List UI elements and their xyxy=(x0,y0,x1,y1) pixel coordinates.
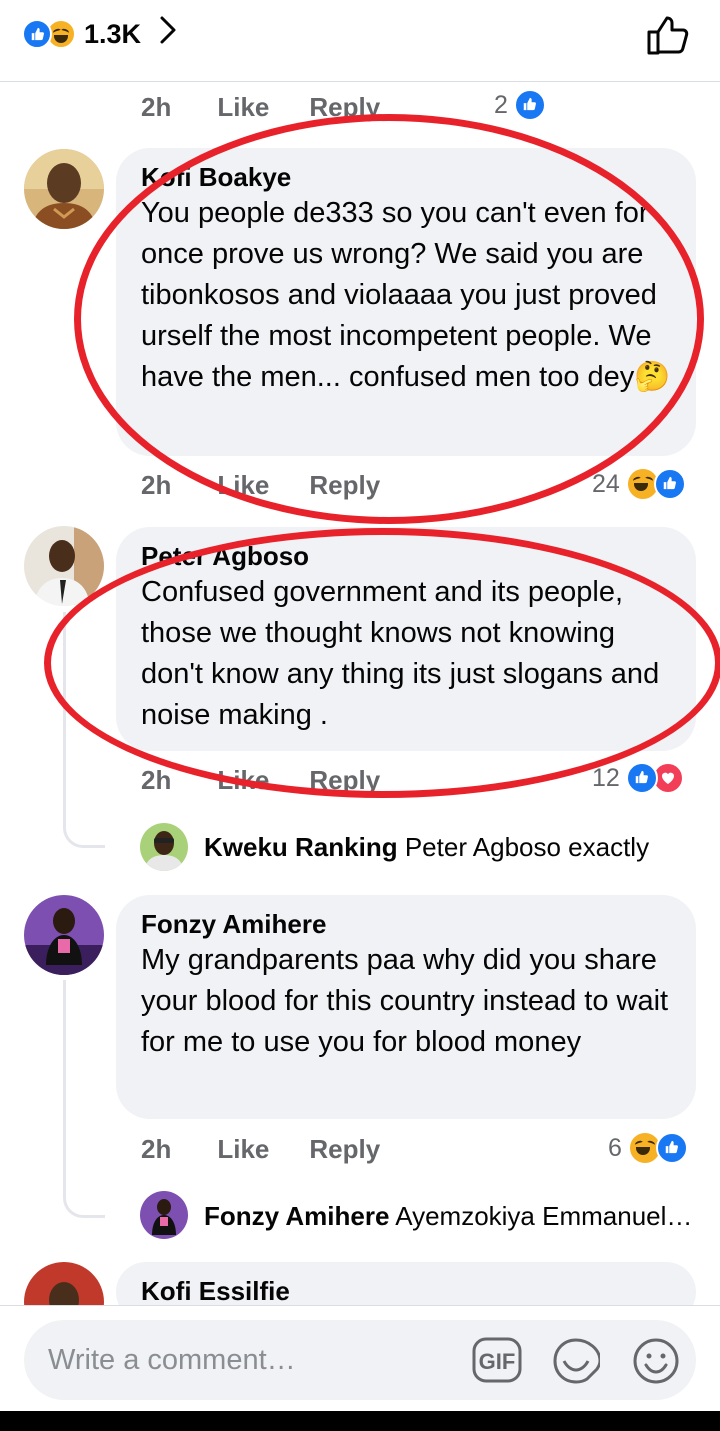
reply-text: Peter Agboso exactly xyxy=(404,832,650,862)
comment-meta: 2h Like Reply xyxy=(141,470,380,501)
system-nav-bar xyxy=(0,1411,720,1431)
comment-time: 2h xyxy=(141,92,172,122)
comment-bubble: Kofi Boakye You people de333 so you can'… xyxy=(116,148,696,456)
comment-time: 2h xyxy=(141,1134,172,1164)
comment-text: You people de333 so you can't even for o… xyxy=(141,197,671,393)
gif-icon[interactable]: GIF xyxy=(472,1337,522,1388)
reaction-summary[interactable]: 1.3K xyxy=(22,14,177,54)
reply-button[interactable]: Reply xyxy=(309,765,380,796)
like-button[interactable]: Like xyxy=(217,765,269,796)
commenter-name[interactable]: Peter Agboso xyxy=(141,541,672,571)
like-icon xyxy=(22,19,52,49)
comment-bubble: Peter Agboso Confused government and its… xyxy=(116,527,696,751)
reply-preview[interactable]: Fonzy Amihere Ayemzokiya Emmanuel… xyxy=(204,1201,694,1232)
comment-reaction-count[interactable]: 12 xyxy=(592,762,684,794)
like-icon xyxy=(625,762,658,794)
comment-composer: GIF xyxy=(0,1305,720,1411)
reply-preview[interactable]: Kweku Ranking Peter Agboso exactly xyxy=(204,832,649,863)
composer-box[interactable]: GIF xyxy=(24,1320,696,1400)
commenter-name[interactable]: Kofi Essilfie xyxy=(141,1276,672,1306)
like-button[interactable]: Like xyxy=(217,1134,269,1165)
reply-author: Fonzy Amihere xyxy=(204,1201,390,1231)
thumbs-up-outline-icon[interactable] xyxy=(646,14,690,61)
like-button[interactable]: Like xyxy=(217,470,269,501)
emoji-icon[interactable] xyxy=(632,1337,680,1390)
avatar[interactable] xyxy=(24,526,104,606)
like-icon xyxy=(653,468,686,500)
avatar[interactable] xyxy=(24,149,104,229)
like-icon xyxy=(513,89,546,121)
comment-reaction-count[interactable]: 2 xyxy=(494,89,546,121)
reply-button[interactable]: Reply xyxy=(309,92,380,123)
commenter-name[interactable]: Fonzy Amihere xyxy=(141,909,672,939)
avatar[interactable] xyxy=(140,1191,188,1239)
reactions-header: 1.3K xyxy=(0,0,720,82)
comment-bubble: Fonzy Amihere My grandparents paa why di… xyxy=(116,895,696,1119)
svg-text:GIF: GIF xyxy=(479,1349,516,1374)
comment-input[interactable] xyxy=(48,1338,448,1382)
comment-meta: 2h Like Reply xyxy=(141,765,380,796)
reply-text: Ayemzokiya Emmanuel… xyxy=(395,1201,693,1231)
chevron-right-icon[interactable] xyxy=(159,15,177,53)
comment-time: 2h xyxy=(141,470,172,500)
like-button[interactable]: Like xyxy=(217,92,269,123)
reply-button[interactable]: Reply xyxy=(309,1134,380,1165)
comment-text: Confused government and its people, thos… xyxy=(141,576,660,731)
comment-time: 2h xyxy=(141,765,172,795)
reply-button[interactable]: Reply xyxy=(309,470,380,501)
like-icon xyxy=(655,1132,688,1164)
avatar[interactable] xyxy=(140,823,188,871)
thread-line xyxy=(63,980,105,1218)
thread-line xyxy=(63,612,105,848)
comment-meta: 2h Like Reply xyxy=(141,1134,380,1165)
avatar[interactable] xyxy=(24,895,104,975)
sticker-icon[interactable] xyxy=(552,1337,602,1390)
reaction-count: 1.3K xyxy=(84,18,142,49)
comment-reaction-count[interactable]: 24 xyxy=(592,467,686,501)
reply-author: Kweku Ranking xyxy=(204,832,398,862)
comment-reaction-count[interactable]: 6 xyxy=(608,1131,688,1165)
comment-text: My grandparents paa why did you share yo… xyxy=(141,944,669,1058)
comment-meta: 2h Like Reply xyxy=(141,92,380,123)
commenter-name[interactable]: Kofi Boakye xyxy=(141,162,672,192)
